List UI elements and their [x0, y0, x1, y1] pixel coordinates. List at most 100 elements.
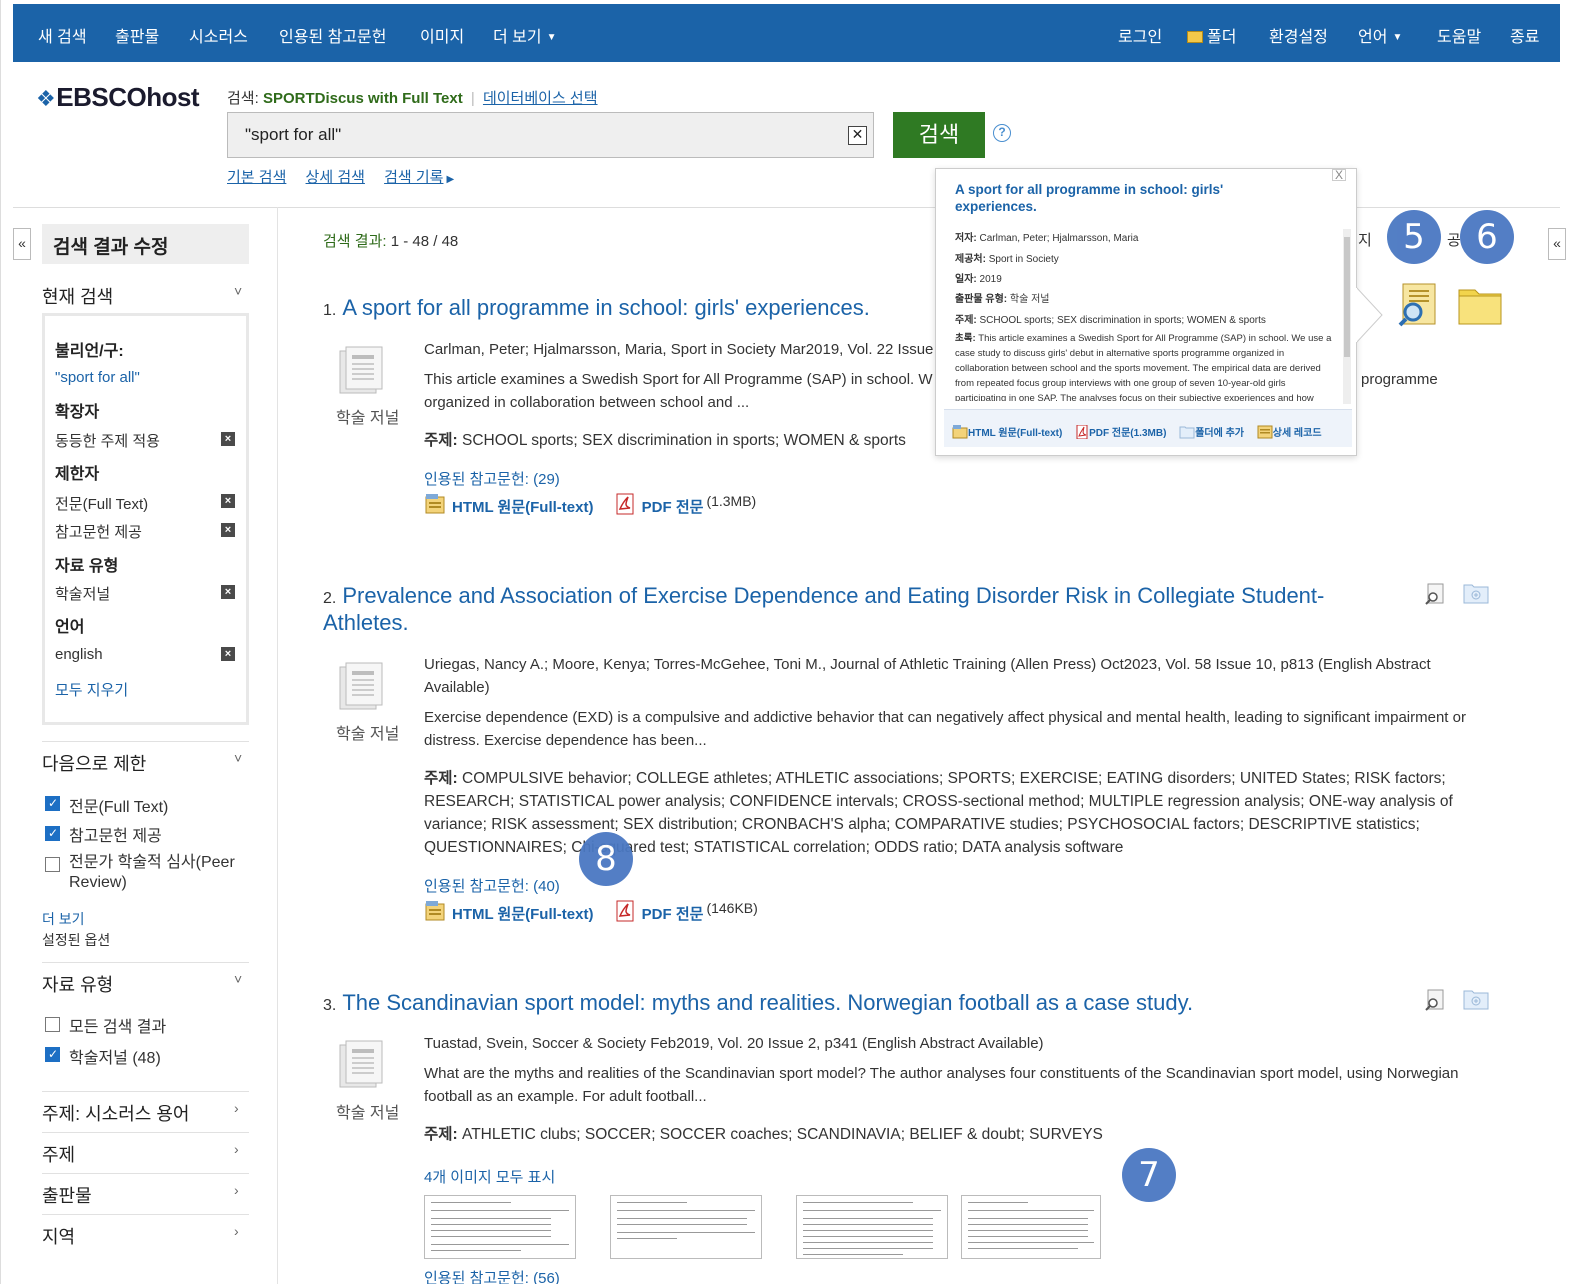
popup-add-folder-link[interactable]: 폴더에 추가 [1195, 428, 1244, 439]
nav-new-search[interactable]: 새 검색 [38, 23, 87, 47]
collapse-left-panel-button[interactable]: « [13, 228, 31, 260]
result-title-text[interactable]: A sport for all programme in school: gir… [342, 295, 870, 320]
remove-source-type-icon[interactable]: × [221, 585, 235, 599]
facet-geography[interactable]: 지역 [42, 1223, 75, 1249]
result-title-3[interactable]: 3. The Scandinavian sport model: myths an… [323, 989, 1193, 1019]
all-results-checkbox[interactable] [45, 1017, 60, 1032]
nav-thesaurus[interactable]: 시소러스 [189, 23, 248, 47]
nav-cited-references[interactable]: 인용된 참고문헌 [279, 23, 387, 47]
nav-exit[interactable]: 종료 [1510, 23, 1539, 47]
cited-references-link[interactable]: 인용된 참고문헌: (56) [424, 1267, 560, 1284]
show-all-images-link[interactable]: 4개 이미지 모두 표시 [424, 1166, 555, 1187]
html-fulltext-link[interactable]: HTML 원문(Full-text) [452, 906, 593, 923]
share-partial[interactable]: 공 [1447, 229, 1461, 250]
popup-detailed-record-link[interactable]: 상세 레코드 [1273, 428, 1322, 439]
preview-magnifier-icon[interactable] [1424, 989, 1446, 1011]
ebsco-logo-mark-icon: ❖ [36, 86, 56, 111]
page-options-partial[interactable]: 지 [1358, 229, 1372, 250]
remove-limiter-icon[interactable]: × [221, 523, 235, 537]
remove-limiter-icon[interactable]: × [221, 494, 235, 508]
subject-terms-line4[interactable]: QUESTIONNAIRES; Chi-squared test; STATIS… [424, 836, 1123, 859]
set-options-link[interactable]: 설정된 옵션 [42, 930, 110, 950]
image-thumbnail[interactable] [610, 1195, 762, 1259]
search-history-link[interactable]: 검색 기록 [384, 169, 443, 186]
add-to-folder-icon[interactable] [1463, 582, 1489, 604]
html-fulltext-link[interactable]: HTML 원문(Full-text) [452, 499, 593, 516]
nav-more-menu[interactable]: 더 보기 ▼ [493, 23, 557, 47]
divider [42, 1173, 249, 1174]
annotation-badge-7: 7 [1122, 1148, 1176, 1202]
basic-search-link[interactable]: 기본 검색 [227, 169, 286, 186]
cited-references-link[interactable]: 인용된 참고문헌: (40) [424, 875, 560, 896]
nav-images[interactable]: 이미지 [420, 23, 464, 47]
nav-publications[interactable]: 출판물 [115, 23, 159, 47]
ebscohost-logo[interactable]: ❖EBSCOhost [36, 82, 200, 113]
nav-preferences[interactable]: 환경설정 [1269, 23, 1328, 47]
subject-terms-line3[interactable]: variance; RISK assessment; SEX distribut… [424, 813, 1420, 836]
pdf-fulltext-link[interactable]: PDF 전문 [642, 499, 704, 516]
facet-subject[interactable]: 주제 [42, 1141, 75, 1167]
nav-help[interactable]: 도움말 [1437, 23, 1481, 47]
result-abstract: What are the myths and realities of the … [424, 1065, 1459, 1082]
remove-language-icon[interactable]: × [221, 647, 235, 661]
popup-title[interactable]: A sport for all programme in school: gir… [955, 181, 1285, 215]
nav-login[interactable]: 로그인 [1118, 23, 1162, 47]
remove-expander-icon[interactable]: × [221, 432, 235, 446]
result-title-1[interactable]: 1. A sport for all programme in school: g… [323, 294, 870, 324]
result-title-2-line2[interactable]: Athletes. [323, 609, 409, 636]
source-types-heading[interactable]: 자료 유형 [42, 971, 113, 997]
annotation-badge-5: 5 [1387, 210, 1441, 264]
facet-thesaurus-subject[interactable]: 주제: 시소러스 용어 [42, 1100, 189, 1126]
boolean-phrase-value[interactable]: "sport for all" [55, 369, 140, 386]
subject-terms-line2[interactable]: RESEARCH; STATISTICAL power analysis; CO… [424, 790, 1453, 813]
chevron-right-icon[interactable]: › [234, 1223, 239, 1239]
clear-all-link[interactable]: 모두 지우기 [55, 679, 128, 700]
nav-language-menu[interactable]: 언어 ▼ [1358, 23, 1402, 47]
preview-magnifier-icon[interactable] [1395, 280, 1443, 328]
close-icon[interactable]: X [1332, 169, 1346, 181]
academic-journals-checkbox[interactable] [45, 1047, 60, 1062]
pdf-fulltext-link[interactable]: PDF 전문 [642, 906, 704, 923]
popup-html-link[interactable]: HTML 원문(Full-text) [968, 428, 1062, 439]
result-title-text[interactable]: The Scandinavian sport model: myths and … [342, 990, 1193, 1015]
add-to-folder-icon[interactable] [1457, 282, 1503, 328]
search-input[interactable] [228, 113, 828, 157]
subject-terms[interactable]: COMPULSIVE behavior; COLLEGE athletes; A… [462, 770, 1446, 787]
preview-magnifier-icon[interactable] [1424, 583, 1446, 605]
search-button[interactable]: 검색 [893, 112, 985, 158]
subject-terms[interactable]: SCHOOL sports; SEX discrimination in spo… [462, 432, 906, 449]
show-more-link[interactable]: 더 보기 [42, 909, 85, 929]
limiters-label: 제한자 [55, 466, 100, 483]
chevron-down-icon[interactable]: ˅ [234, 283, 242, 299]
facet-publication[interactable]: 출판물 [42, 1182, 92, 1208]
popup-scrollbar[interactable] [1343, 229, 1351, 404]
limit-peer-review-checkbox[interactable] [45, 857, 60, 872]
subject-terms[interactable]: ATHLETIC clubs; SOCCER; SOCCER coaches; … [462, 1126, 1103, 1143]
collapse-right-panel-button[interactable]: « [1548, 228, 1566, 260]
limit-to-heading[interactable]: 다음으로 제한 [42, 750, 146, 776]
help-icon[interactable]: ? [993, 124, 1011, 142]
limit-fulltext-checkbox[interactable] [45, 796, 60, 811]
chevron-down-icon[interactable]: ˅ [234, 971, 242, 987]
nav-folder[interactable]: 폴더 [1187, 23, 1236, 47]
advanced-search-link[interactable]: 상세 검색 [306, 169, 365, 186]
cited-references-link[interactable]: 인용된 참고문헌: (29) [424, 468, 560, 489]
result-title-text[interactable]: Prevalence and Association of Exercise D… [342, 583, 1324, 608]
add-to-folder-icon[interactable] [1463, 988, 1489, 1010]
result-type-label: 학술 저널 [336, 1105, 400, 1122]
clear-search-icon[interactable]: ✕ [848, 126, 867, 145]
result-title-2[interactable]: 2. Prevalence and Association of Exercise… [323, 582, 1324, 612]
chevron-right-icon[interactable]: › [234, 1100, 239, 1116]
pdf-icon [616, 900, 634, 922]
choose-database-link[interactable]: 데이터베이스 선택 [483, 90, 598, 107]
limit-references-checkbox[interactable] [45, 826, 60, 841]
current-search-heading[interactable]: 현재 검색 [42, 283, 113, 309]
chevron-right-icon[interactable]: › [234, 1182, 239, 1198]
chevron-right-icon[interactable]: › [234, 1141, 239, 1157]
image-thumbnail[interactable] [796, 1195, 948, 1259]
image-thumbnail[interactable] [961, 1195, 1101, 1259]
popup-pdf-link[interactable]: PDF 전문(1.3MB) [1089, 428, 1166, 439]
image-thumbnail[interactable] [424, 1195, 576, 1259]
result-subjects: 주제: SCHOOL sports; SEX discrimination in… [424, 429, 906, 452]
chevron-down-icon[interactable]: ˅ [234, 750, 242, 766]
